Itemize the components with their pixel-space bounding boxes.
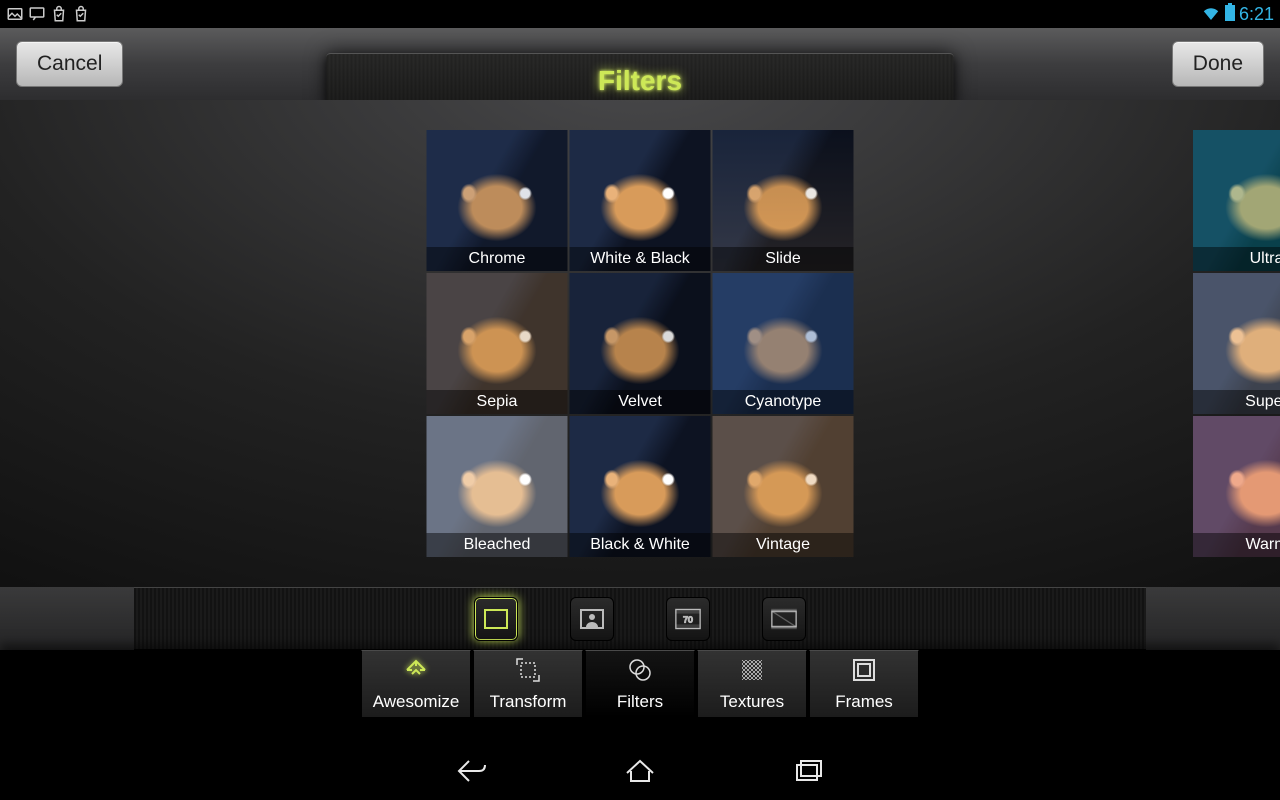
content-area: ChromeWhite & BlackSlide SepiaVelvetCyano… [0, 100, 1280, 587]
frame-icon[interactable] [474, 597, 518, 641]
filter-label: Sepia [427, 390, 568, 414]
filter-thumb-super[interactable]: Super [1193, 273, 1280, 414]
nav-home-icon[interactable] [616, 751, 664, 791]
tab-textures[interactable]: Textures [697, 650, 807, 718]
app-header: Cancel Filters Done [0, 28, 1280, 100]
tab-filters[interactable]: Filters [585, 650, 695, 718]
filter-label: Vintage [713, 533, 854, 557]
notif-talk-icon [28, 5, 46, 23]
filter-label: Bleached [427, 533, 568, 557]
tab-label: Transform [490, 692, 567, 712]
filter-thumb-warm[interactable]: Warm [1193, 416, 1280, 557]
filter-thumb-sepia[interactable]: Sepia [427, 273, 568, 414]
filter-thumb-white-black[interactable]: White & Black [570, 130, 711, 271]
filter-thumb-slide[interactable]: Slide [713, 130, 854, 271]
nav-back-icon[interactable] [448, 751, 496, 791]
filter-label: Slide [713, 247, 854, 271]
tab-label: Frames [835, 692, 893, 712]
done-button[interactable]: Done [1172, 41, 1264, 87]
filter-thumb-cyanotype[interactable]: Cyanotype [713, 273, 854, 414]
filmstrip-icon[interactable] [762, 597, 806, 641]
svg-text:70: 70 [683, 614, 693, 624]
tab-filters-icon [627, 657, 653, 688]
filter-label: Super [1193, 390, 1280, 414]
filter-thumb-ultra[interactable]: Ultra [1193, 130, 1280, 271]
nav-recent-icon[interactable] [784, 751, 832, 791]
battery-icon [1225, 3, 1235, 26]
tab-frames[interactable]: Frames [809, 650, 919, 718]
filter-label: Ultra [1193, 247, 1280, 271]
tab-label: Textures [720, 692, 784, 712]
film-70-icon[interactable]: 70 [666, 597, 710, 641]
filter-label: Warm [1193, 533, 1280, 557]
android-nav-bar [0, 741, 1280, 800]
cancel-button[interactable]: Cancel [16, 41, 123, 87]
tab-awesomize[interactable]: Awesomize [361, 650, 471, 718]
clock-text: 6:21 [1239, 4, 1274, 25]
tab-frames-icon [851, 657, 877, 688]
wifi-icon [1201, 4, 1221, 25]
filter-label: Velvet [570, 390, 711, 414]
tab-awesomize-icon [403, 657, 429, 688]
filter-label: Chrome [427, 247, 568, 271]
filter-type-inner: 70 [134, 587, 1146, 650]
filter-type-strip: 70 [0, 587, 1280, 650]
filter-thumb-chrome[interactable]: Chrome [427, 130, 568, 271]
filter-thumb-velvet[interactable]: Velvet [570, 273, 711, 414]
notif-bag-check-icon [50, 5, 68, 23]
filter-thumb-vintage[interactable]: Vintage [713, 416, 854, 557]
tab-textures-icon [739, 657, 765, 688]
tab-transform[interactable]: Transform [473, 650, 583, 718]
header-title: Filters [598, 65, 682, 97]
filter-thumb-bleached[interactable]: Bleached [427, 416, 568, 557]
filter-grid: ChromeWhite & BlackSlide SepiaVelvetCyano… [427, 130, 854, 557]
notif-bag-check-icon-2 [72, 5, 90, 23]
filter-thumb-black-white[interactable]: Black & White [570, 416, 711, 557]
tab-transform-icon [515, 657, 541, 688]
filter-grid-next[interactable]: Ultra Super Warm [1193, 130, 1280, 557]
android-status-bar: 6:21 [0, 0, 1280, 28]
portrait-icon[interactable] [570, 597, 614, 641]
filter-label: Cyanotype [713, 390, 854, 414]
notif-image-icon [6, 5, 24, 23]
bottom-tabs: Awesomize Transform Filters Textures Frames [0, 650, 1280, 741]
tab-label: Awesomize [373, 692, 460, 712]
filter-label: Black & White [570, 533, 711, 557]
tab-label: Filters [617, 692, 663, 712]
filter-label: White & Black [570, 247, 711, 271]
